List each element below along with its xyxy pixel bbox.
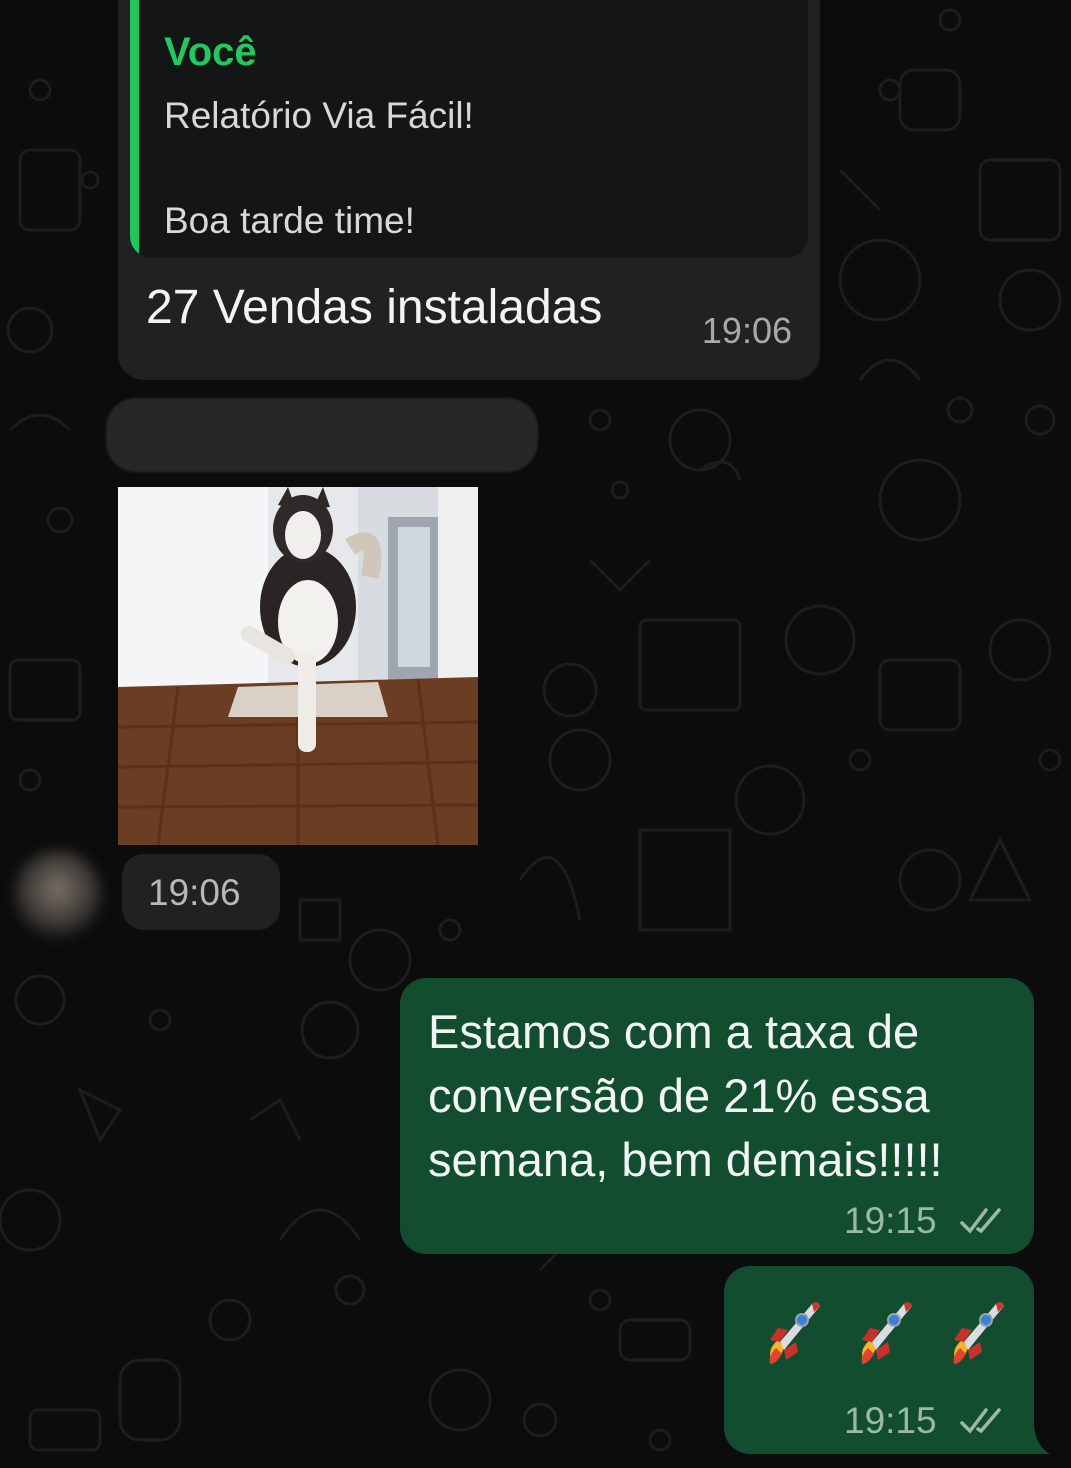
rocket-icon — [953, 1302, 1004, 1364]
message-time: 19:06 — [701, 310, 792, 351]
dog-gif-image[interactable] — [118, 487, 478, 845]
outgoing-emoji-bubble[interactable]: 19:15 — [724, 1266, 1034, 1454]
rocket-icon — [861, 1302, 912, 1364]
sender-avatar[interactable] — [14, 850, 102, 938]
gif-time-badge: 19:06 — [122, 854, 280, 930]
double-check-icon — [960, 1408, 1001, 1434]
reply-message-text: 27 Vendas instaladas — [146, 281, 603, 334]
message-time: 19:15 — [844, 1200, 937, 1241]
outgoing-message-text: Estamos com a taxa de conversão de 21% e… — [428, 1005, 943, 1186]
reply-message-bubble[interactable]: Você Relatório Via Fácil! Boa tarde time… — [118, 0, 820, 380]
quoted-author: Você — [164, 30, 257, 74]
rocket-icon — [769, 1302, 820, 1364]
message-time: 19:15 — [844, 1400, 937, 1441]
message-time: 19:06 — [148, 872, 241, 913]
quoted-text-line2: Boa tarde time! — [164, 200, 415, 241]
double-check-icon — [960, 1208, 1001, 1234]
quoted-text-line1: Relatório Via Fácil! — [164, 95, 474, 136]
quoted-message[interactable]: Você Relatório Via Fácil! Boa tarde time… — [130, 0, 808, 258]
outgoing-message-bubble[interactable]: Estamos com a taxa de conversão de 21% e… — [400, 978, 1034, 1254]
blurred-sender-name — [106, 398, 538, 472]
bubble-tail — [1030, 1426, 1050, 1454]
quote-accent-bar — [130, 0, 139, 258]
